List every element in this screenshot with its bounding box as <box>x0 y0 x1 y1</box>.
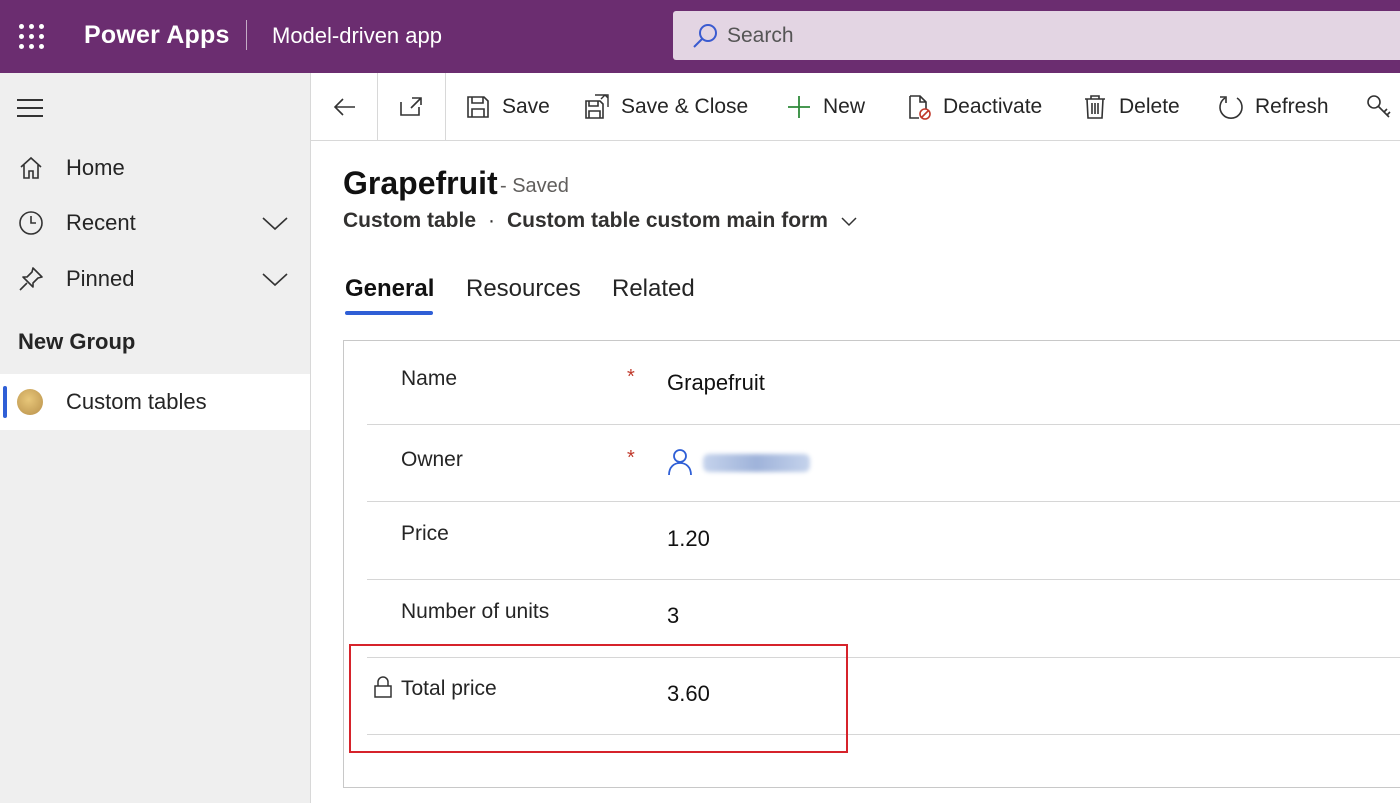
deactivate-label: Deactivate <box>943 94 1043 118</box>
record-separator: · <box>488 209 495 232</box>
sidebar-item-label: Home <box>66 155 125 180</box>
arrow-left-icon <box>333 97 355 116</box>
sidebar-group-label: New Group <box>18 329 136 354</box>
number-of-units-field[interactable]: 3 <box>667 603 679 629</box>
save-close-icon <box>585 93 609 119</box>
refresh-label: Refresh <box>1255 94 1329 118</box>
delete-label: Delete <box>1119 94 1180 118</box>
key-icon <box>1367 94 1391 118</box>
clock-icon <box>19 211 43 235</box>
tab-related[interactable]: Related <box>612 275 695 303</box>
open-new-window-button[interactable] <box>397 73 425 140</box>
sidebar-item-label: Pinned <box>66 266 135 291</box>
field-label-price: Price <box>401 522 449 545</box>
entity-emoji-icon <box>17 389 43 415</box>
new-label: New <box>823 94 866 118</box>
trash-icon <box>1085 94 1105 119</box>
price-field[interactable]: 1.20 <box>667 526 710 552</box>
sidebar: Home Recent Pinned New Group Custom tabl… <box>0 73 311 803</box>
record-title: Grapefruit <box>343 165 498 201</box>
tab-general[interactable]: General <box>345 275 434 303</box>
row-divider <box>367 424 1400 425</box>
highlight-box <box>349 644 848 753</box>
search-box[interactable]: Search <box>673 11 1400 60</box>
new-button[interactable]: New <box>785 73 865 140</box>
field-label-owner: Owner <box>401 448 463 471</box>
chevron-down-icon[interactable] <box>260 269 290 289</box>
search-placeholder: Search <box>727 24 794 47</box>
plus-icon <box>788 95 810 118</box>
name-field[interactable]: Grapefruit <box>667 370 765 396</box>
active-indicator <box>3 386 7 418</box>
title-divider <box>246 20 247 50</box>
back-button[interactable] <box>331 73 359 140</box>
top-bar: Power Apps Model-driven app Search <box>0 0 1400 73</box>
owner-lookup-value[interactable] <box>703 454 810 472</box>
field-label-number-of-units: Number of units <box>401 600 550 623</box>
user-icon <box>668 449 692 476</box>
command-separator <box>445 73 446 140</box>
home-icon <box>20 156 42 179</box>
app-launcher-icon[interactable] <box>19 24 45 50</box>
check-access-button[interactable] <box>1365 73 1393 140</box>
save-icon <box>467 95 489 118</box>
command-separator <box>377 73 378 140</box>
refresh-icon <box>1219 95 1243 119</box>
active-tab-indicator <box>345 311 433 315</box>
required-indicator: * <box>627 447 635 469</box>
required-indicator: * <box>627 366 635 388</box>
app-subtitle[interactable]: Model-driven app <box>272 23 442 49</box>
save-close-label: Save & Close <box>621 94 749 118</box>
hamburger-menu-icon[interactable] <box>17 99 43 119</box>
sidebar-item-label: Custom tables <box>66 389 207 414</box>
save-close-button[interactable]: Save & Close <box>583 73 748 140</box>
delete-button[interactable]: Delete <box>1081 73 1180 140</box>
sidebar-item-pinned[interactable]: Pinned <box>0 254 310 304</box>
save-label: Save <box>502 94 550 118</box>
field-label-name: Name <box>401 367 458 390</box>
sidebar-item-label: Recent <box>66 210 136 235</box>
form-selector[interactable]: Custom table custom main form <box>507 209 828 233</box>
tab-resources[interactable]: Resources <box>466 275 581 303</box>
search-icon <box>693 24 717 48</box>
pin-icon <box>19 267 43 291</box>
deactivate-icon <box>909 94 931 120</box>
refresh-button[interactable]: Refresh <box>1217 73 1329 140</box>
record-save-status: - Saved <box>500 175 569 197</box>
row-divider <box>367 579 1400 580</box>
sidebar-item-recent[interactable]: Recent <box>0 198 310 248</box>
sidebar-item-custom-tables[interactable]: Custom tables <box>0 374 310 430</box>
command-bar: Save Save & Close New Deactivate Delete <box>311 73 1400 141</box>
sidebar-item-home[interactable]: Home <box>0 143 310 193</box>
deactivate-button[interactable]: Deactivate <box>905 73 1042 140</box>
chevron-down-icon[interactable] <box>840 214 858 228</box>
app-name[interactable]: Power Apps <box>84 21 230 50</box>
save-button[interactable]: Save <box>464 73 550 140</box>
row-divider <box>367 501 1400 502</box>
record-entity-name: Custom table <box>343 209 477 232</box>
open-in-new-window-icon <box>400 96 422 116</box>
chevron-down-icon[interactable] <box>260 213 290 233</box>
